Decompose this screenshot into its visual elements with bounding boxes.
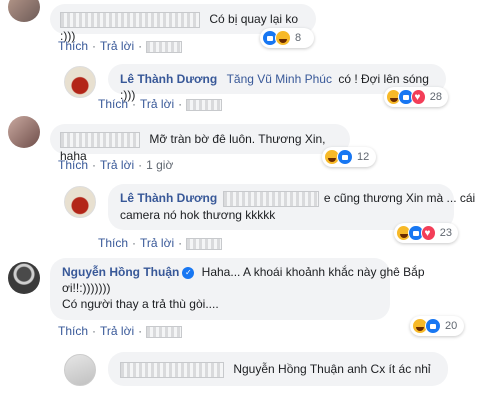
like-link[interactable]: Thích: [58, 324, 88, 338]
reaction-count: 23: [439, 227, 452, 239]
redacted-meta: [146, 325, 183, 338]
like-icon: [337, 149, 353, 165]
love-icon: [420, 225, 436, 241]
comment-text-line: Có người thay a trả thù gòi....: [62, 297, 219, 311]
comment-actions: Thích · Trả lời ·: [58, 324, 183, 338]
comment-actions: Thích · Trả lời ·: [58, 39, 183, 53]
avatar[interactable]: [64, 66, 96, 98]
redacted-meta: [186, 237, 223, 250]
comment-bubble: Nguyễn Hồng Thuận anh Cx ít ác nhỉ: [108, 352, 448, 386]
reaction-summary[interactable]: 12: [322, 147, 376, 167]
love-icon: [410, 89, 426, 105]
reaction-count: 20: [445, 320, 458, 332]
reaction-summary[interactable]: 23: [394, 223, 458, 243]
reaction-summary[interactable]: 28: [384, 87, 448, 107]
like-link[interactable]: Thích: [98, 236, 128, 250]
comment-text: e cũng thương Xin mà ... cái: [323, 191, 476, 205]
redacted-meta: [146, 40, 183, 53]
comment-actions: Thích · Trả lời ·: [98, 97, 223, 111]
reaction-count: 8: [295, 32, 302, 44]
comment-text: Haha... A khoái khoảnh khắc này ghê Bắp: [201, 265, 425, 279]
like-link[interactable]: Thích: [58, 158, 88, 172]
redacted-meta: [186, 98, 223, 111]
reaction-summary[interactable]: 20: [410, 316, 464, 336]
reply-link[interactable]: Trả lời: [100, 39, 134, 53]
haha-icon: [275, 30, 291, 46]
avatar[interactable]: [64, 186, 96, 218]
comment-text-line: camera nó hok thương kkkkk: [120, 207, 276, 222]
avatar[interactable]: [64, 354, 96, 386]
redacted-name: [120, 361, 224, 378]
mention-tag[interactable]: Tăng Vũ Minh Phúc: [227, 72, 332, 86]
comment-bubble: Nguyễn Hồng Thuận ✓ Haha... A khoái khoản…: [50, 258, 425, 320]
reaction-count: 28: [429, 91, 442, 103]
comment-text: Nguyễn Hồng Thuận anh Cx ít ác nhỉ: [233, 362, 431, 376]
comment-actions: Thích · Trả lời ·: [98, 236, 223, 250]
redacted-name: [60, 131, 140, 148]
like-link[interactable]: Thích: [98, 97, 128, 111]
redacted-mention: [222, 190, 319, 207]
comment-text-line: ơi!!:))))))): [62, 281, 111, 295]
comment-bubble: Mỡ tràn bờ đê luôn. Thương Xin, haha: [50, 124, 350, 163]
redacted-name: [60, 11, 200, 28]
avatar[interactable]: [8, 116, 40, 148]
commenter-name[interactable]: Lê Thành Dương: [120, 72, 217, 86]
like-link[interactable]: Thích: [58, 39, 88, 53]
reply-link[interactable]: Trả lời: [100, 324, 134, 338]
timestamp[interactable]: 1 giờ: [146, 158, 173, 172]
verified-badge-icon: ✓: [182, 267, 195, 279]
avatar[interactable]: [8, 262, 40, 294]
reply-link[interactable]: Trả lời: [140, 97, 174, 111]
commenter-name[interactable]: Lê Thành Dương: [120, 191, 217, 205]
reply-link[interactable]: Trả lời: [140, 236, 174, 250]
reply-link[interactable]: Trả lời: [100, 158, 134, 172]
avatar[interactable]: [8, 0, 40, 22]
commenter-name[interactable]: Nguyễn Hồng Thuận: [62, 265, 179, 279]
comment-actions: Thích · Trả lời · 1 giờ: [58, 158, 174, 172]
reaction-count: 12: [357, 151, 370, 163]
reaction-summary[interactable]: 8: [260, 28, 314, 48]
like-icon: [425, 318, 441, 334]
